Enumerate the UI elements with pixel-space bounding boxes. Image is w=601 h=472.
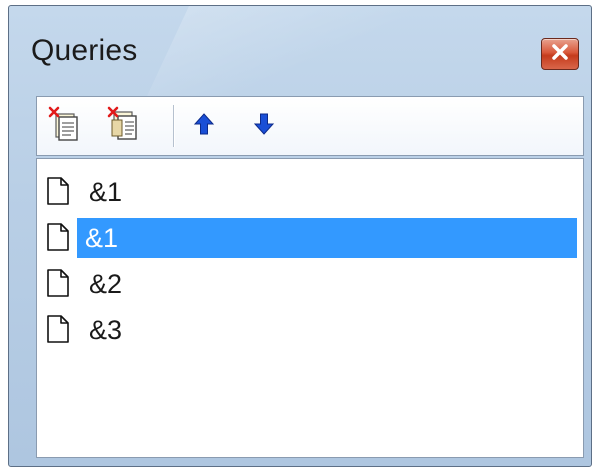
delete-multiple-documents-icon <box>106 106 142 146</box>
window-title: Queries <box>31 34 138 67</box>
document-icon <box>45 268 71 298</box>
delete-document-icon <box>47 106 81 146</box>
delete-query-button[interactable] <box>45 106 83 146</box>
title-bar[interactable]: Queries <box>9 6 591 86</box>
move-down-button[interactable] <box>245 107 283 145</box>
close-icon <box>550 43 570 65</box>
toolbar-separator <box>173 105 174 147</box>
document-icon <box>45 314 71 344</box>
arrow-down-icon <box>252 111 276 141</box>
list-item[interactable]: &2 <box>43 259 579 305</box>
list-item[interactable]: &1 <box>43 167 579 213</box>
arrow-up-icon <box>192 111 216 141</box>
query-label: &3 <box>89 315 123 345</box>
document-icon <box>45 222 71 252</box>
list-item[interactable]: &3 <box>43 305 579 351</box>
queries-window: Queries &1 &1 &2 &3 <box>8 5 592 467</box>
query-list[interactable]: &1 &1 &2 &3 <box>36 158 584 458</box>
query-label: &1 <box>77 218 577 258</box>
query-label: &1 <box>89 177 123 207</box>
document-icon <box>45 176 71 206</box>
delete-all-queries-button[interactable] <box>105 106 143 146</box>
close-button[interactable] <box>541 38 579 70</box>
toolbar <box>36 96 584 156</box>
query-label: &2 <box>89 269 123 299</box>
move-up-button[interactable] <box>185 107 223 145</box>
list-item-selected[interactable]: &1 <box>43 213 579 259</box>
